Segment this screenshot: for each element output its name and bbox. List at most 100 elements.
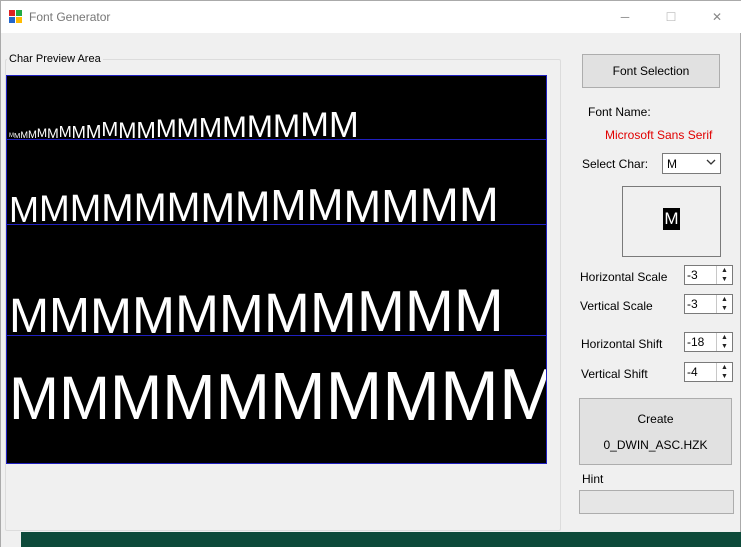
spinner-arrows-icon[interactable]: ▲ ▼ xyxy=(716,295,732,313)
preview-row: MMMMMMMMMM xyxy=(7,336,546,463)
preview-glyph: M xyxy=(101,186,134,225)
preview-glyph: M xyxy=(272,107,301,140)
spinner-arrows-icon[interactable]: ▲ ▼ xyxy=(716,333,732,351)
create-button[interactable]: Create 0_DWIN_ASC.HZK xyxy=(579,398,732,465)
background-window-strip xyxy=(1,532,741,547)
preview-glyph: M xyxy=(200,183,236,225)
create-filename: 0_DWIN_ASC.HZK xyxy=(603,437,708,452)
maximize-icon: ☐ xyxy=(665,10,677,24)
preview-glyph: M xyxy=(47,125,59,140)
preview-glyph: M xyxy=(39,188,70,225)
preview-glyph: M xyxy=(270,359,326,434)
preview-glyph: M xyxy=(166,184,201,225)
vertical-scale-stepper[interactable]: -3 ▲ ▼ xyxy=(684,294,733,314)
font-selection-label: Font Selection xyxy=(612,64,690,78)
preview-glyph: M xyxy=(131,285,175,336)
preview-glyphs: MMMMMMMMMMMMMM xyxy=(9,178,499,225)
preview-glyph: M xyxy=(222,110,247,140)
preview-glyph: M xyxy=(215,360,270,434)
preview-glyph: M xyxy=(235,183,271,225)
preview-glyph: M xyxy=(174,284,219,336)
preview-glyph: M xyxy=(263,281,310,336)
preview-glyph: M xyxy=(58,123,72,140)
preview-glyph: M xyxy=(69,187,102,225)
preview-glyph: M xyxy=(101,119,119,140)
preview-glyph: M xyxy=(419,178,459,225)
preview-glyph: M xyxy=(155,114,177,140)
maximize-button[interactable]: ☐ xyxy=(648,1,694,33)
preview-glyph: M xyxy=(176,113,199,140)
preview-glyph: M xyxy=(58,364,111,433)
close-button[interactable]: ✕ xyxy=(694,1,740,33)
preview-glyph: M xyxy=(499,359,546,431)
font-generator-window: Font Generator ─ ☐ ✕ Char Preview Area M… xyxy=(0,0,741,547)
minimize-button[interactable]: ─ xyxy=(602,1,648,33)
preview-glyphs: MMMMMMMMMMMMMMMMMMMM xyxy=(9,103,359,140)
chevron-down-icon[interactable] xyxy=(706,158,716,169)
preview-glyph: M xyxy=(71,122,86,140)
horizontal-scale-value[interactable]: -3 xyxy=(687,268,698,282)
app-icon xyxy=(9,10,23,24)
preview-row: MMMMMMMMMMM xyxy=(7,225,546,336)
char-preview-group-title: Char Preview Area xyxy=(7,53,103,65)
select-char-dropdown[interactable]: M xyxy=(662,153,721,174)
spinner-arrows-icon[interactable]: ▲ ▼ xyxy=(716,266,732,284)
horizontal-scale-label: Horizontal Scale xyxy=(580,270,668,284)
preview-glyphs: MMMMMMMMMM xyxy=(9,355,546,435)
preview-glyph: M xyxy=(458,178,499,225)
preview-glyph: M xyxy=(218,283,264,336)
preview-glyphs: MMMMMMMMMMM xyxy=(9,277,504,336)
title-bar[interactable]: Font Generator ─ ☐ ✕ xyxy=(1,1,741,33)
preview-glyph: M xyxy=(9,289,49,336)
preview-glyph: M xyxy=(325,357,383,434)
hint-field xyxy=(579,490,734,514)
preview-glyph: M xyxy=(136,116,156,140)
preview-glyph: M xyxy=(404,279,454,336)
vertical-scale-value[interactable]: -3 xyxy=(687,297,698,311)
preview-row: MMMMMMMMMMMMMMMMMMMM xyxy=(7,76,546,140)
vertical-scale-label: Vertical Scale xyxy=(580,299,653,313)
preview-row: MMMMMMMMMMMMMM xyxy=(7,140,546,225)
select-char-label: Select Char: xyxy=(582,157,649,171)
font-selection-button[interactable]: Font Selection xyxy=(582,54,720,88)
horizontal-shift-stepper[interactable]: -18 ▲ ▼ xyxy=(684,332,733,352)
preview-glyph: M xyxy=(270,182,307,225)
preview-glyph: M xyxy=(198,112,223,140)
preview-glyph: M xyxy=(20,129,28,140)
vertical-shift-value[interactable]: -4 xyxy=(687,365,698,379)
preview-glyph: M xyxy=(48,287,90,336)
preview-glyph: M xyxy=(36,126,48,140)
selected-char-value: M xyxy=(667,157,677,171)
preview-glyph: M xyxy=(118,118,137,140)
preview-glyph: M xyxy=(9,365,59,433)
create-label: Create xyxy=(637,411,674,426)
char-preview-glyph: M xyxy=(663,208,680,230)
window-title: Font Generator xyxy=(29,10,111,24)
vertical-shift-stepper[interactable]: -4 ▲ ▼ xyxy=(684,362,733,382)
preview-glyph: M xyxy=(343,180,382,225)
preview-glyph: M xyxy=(453,277,504,336)
char-preview-box: M xyxy=(622,186,721,257)
horizontal-scale-stepper[interactable]: -3 ▲ ▼ xyxy=(684,265,733,285)
preview-glyph: M xyxy=(85,120,102,140)
preview-glyph: M xyxy=(306,181,344,225)
preview-glyph: M xyxy=(110,363,163,434)
preview-glyph: M xyxy=(356,280,405,336)
font-name-label: Font Name: xyxy=(588,105,651,119)
horizontal-shift-value[interactable]: -18 xyxy=(687,335,704,349)
preview-glyph: M xyxy=(300,106,329,140)
preview-glyph: M xyxy=(381,179,420,225)
preview-glyph: M xyxy=(162,361,216,434)
preview-glyph: M xyxy=(9,188,39,225)
preview-glyph: M xyxy=(439,355,499,435)
hint-label: Hint xyxy=(582,472,604,486)
font-name-value: Microsoft Sans Serif xyxy=(605,128,713,142)
preview-glyph: M xyxy=(89,286,132,336)
preview-glyph: M xyxy=(27,128,37,140)
preview-glyph: M xyxy=(328,103,359,140)
horizontal-shift-label: Horizontal Shift xyxy=(581,337,663,351)
preview-glyph: M xyxy=(382,356,440,435)
close-icon: ✕ xyxy=(711,10,723,24)
preview-glyph: M xyxy=(133,186,167,225)
spinner-arrows-icon[interactable]: ▲ ▼ xyxy=(716,363,732,381)
